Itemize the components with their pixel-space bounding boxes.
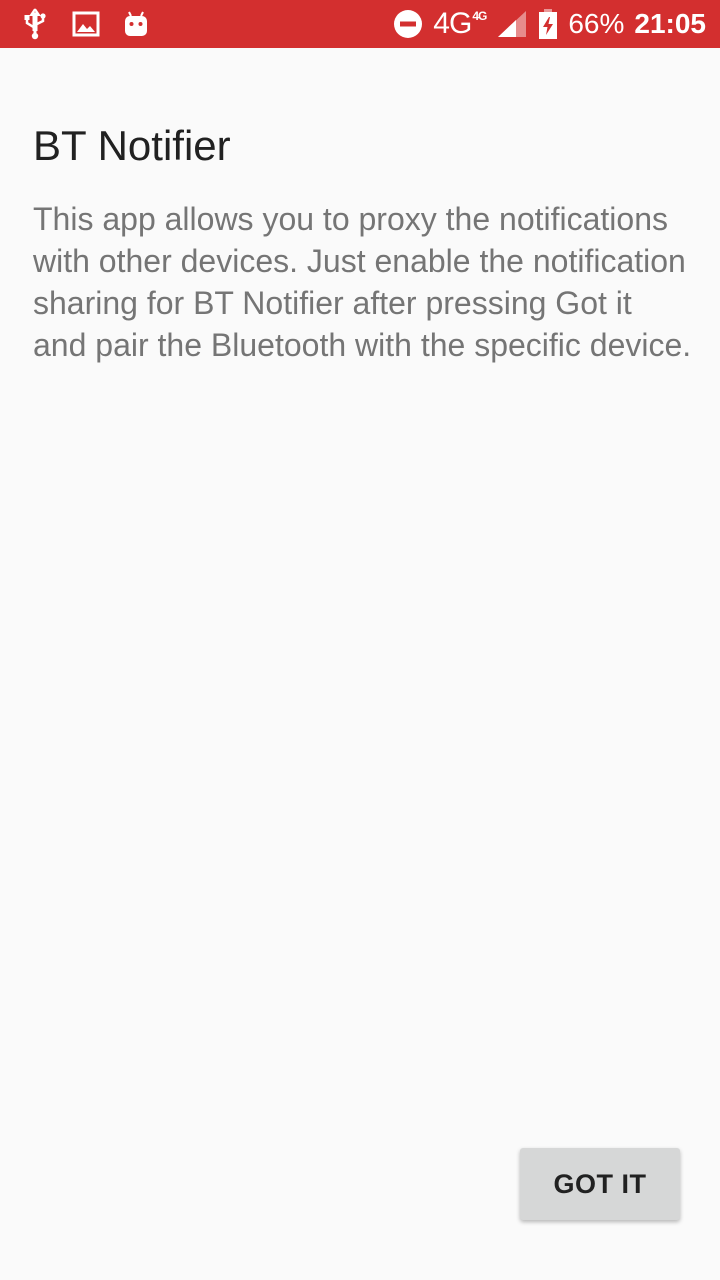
battery-percentage: 66% [568,8,625,39]
android-icon [122,10,150,38]
status-bar-left [20,0,150,48]
status-bar-right: 4G 4G 66% 21:05 [393,0,706,48]
signal-icon [496,9,528,39]
clock: 21:05 [634,8,706,39]
usb-icon [20,7,50,41]
do-not-disturb-icon [393,9,423,39]
network-type-secondary: 4G [472,9,487,23]
network-type: 4G 4G [433,7,487,41]
got-it-button[interactable]: GOT IT [520,1148,680,1220]
dialog-message: This app allows you to proxy the notific… [33,201,692,363]
network-type-label: 4G [433,7,472,40]
dialog-title: BT Notifier [33,122,231,169]
status-bar: 4G 4G 66% 21:05 [0,0,720,48]
battery-charging-icon [538,8,558,40]
image-icon [72,11,100,37]
